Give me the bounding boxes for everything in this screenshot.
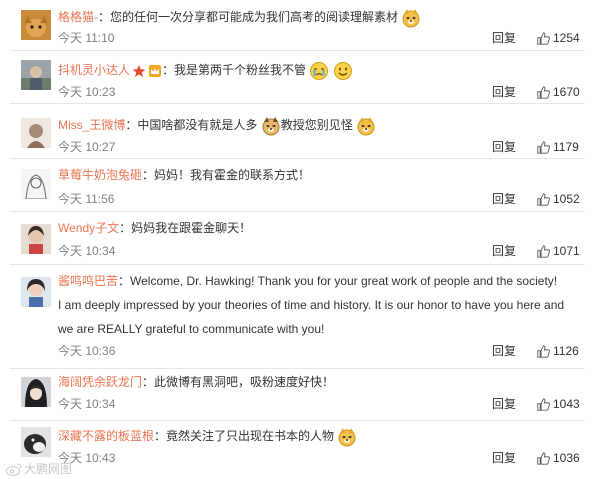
- comment-text-line: 酱鸣鸣巴苦：Welcome, Dr. Hawking! Thank you fo…: [58, 273, 581, 289]
- comment-time: 今天 10:34: [58, 397, 116, 411]
- like-button[interactable]: 1670: [537, 85, 580, 99]
- comment-item: 海阔凭余跃龙门：此微博有黑洞吧，吸粉速度好快！ 今天 10:34 回复 1043: [0, 369, 595, 423]
- crying-emoji-icon: [309, 61, 329, 81]
- comment-item: 深藏不露的板蓝根：竟然关注了只出现在书本的人物 今天 10:43 回复 1036: [0, 421, 595, 479]
- comment-time: 今天 10:34: [58, 244, 116, 258]
- comment-time: 今天 11:10: [58, 31, 115, 45]
- reply-button[interactable]: 回复: [492, 244, 516, 258]
- comment-item: Wendy子文：妈妈我在跟霍金聊天！ 今天 10:34 回复 1071: [0, 212, 595, 265]
- comment-text-line: 格格猫-：您的任何一次分享都可能成为我们高考的阅读理解素材: [58, 8, 581, 28]
- comment-text: ：妈妈我在跟霍金聊天！: [119, 221, 252, 235]
- username-link[interactable]: Wendy子文: [58, 221, 119, 235]
- thumbs-up-icon: [537, 31, 550, 45]
- comment-text: ：我是第两千个粉丝我不管: [162, 63, 307, 78]
- like-button[interactable]: 1052: [537, 192, 580, 206]
- doge-emoji-icon: [261, 116, 281, 136]
- username-link[interactable]: 深藏不露的板蓝根: [58, 429, 154, 443]
- like-count: 1179: [553, 140, 579, 154]
- comment-time: 今天 11:56: [58, 192, 115, 206]
- comment-text-line: 海阔凭余跃龙门：此微博有黑洞吧，吸粉速度好快！: [58, 374, 581, 390]
- like-count: 1071: [553, 244, 580, 258]
- like-count: 1126: [553, 344, 579, 358]
- like-button[interactable]: 1179: [537, 140, 579, 154]
- comment-item: 抖机灵小达人 ：我是第两千个粉丝我不管 今天 10:23 回复 1670: [0, 51, 595, 104]
- username-link[interactable]: 酱鸣鸣巴苦: [58, 274, 118, 288]
- avatar[interactable]: [21, 277, 51, 307]
- like-button[interactable]: 1254: [537, 31, 580, 45]
- comment-text: ：此微博有黑洞吧，吸粉速度好快！: [142, 375, 335, 389]
- comment-item: 草莓牛奶泡兔砸：妈妈！我有霍金的联系方式！ 今天 11:56 回复 1052: [0, 159, 595, 212]
- username-link[interactable]: 草莓牛奶泡兔砸: [58, 168, 142, 182]
- avatar[interactable]: [21, 10, 51, 40]
- avatar[interactable]: [21, 427, 51, 457]
- doge-emoji-icon: [401, 8, 421, 28]
- comment-text-line: 深藏不露的板蓝根：竟然关注了只出现在书本的人物: [58, 427, 581, 447]
- smile-emoji-icon: [333, 61, 353, 81]
- comment-text: ：中国啥都没有就是人多: [125, 118, 258, 133]
- thumbs-up-icon: [537, 397, 550, 411]
- username-link[interactable]: 格格猫-: [58, 10, 98, 24]
- comment-text-continued: I am deeply impressed by your theories o…: [58, 298, 565, 312]
- comment-text: ：竟然关注了只出现在书本的人物: [154, 429, 335, 444]
- comment-text: 教授您别见怪: [280, 118, 353, 133]
- avatar[interactable]: [21, 60, 51, 90]
- like-button[interactable]: 1043: [537, 397, 580, 411]
- comment-text: ：Welcome, Dr. Hawking! Thank you for you…: [118, 274, 558, 288]
- weibo-logo-icon: [6, 463, 22, 476]
- comment-item: Miss_王微博：中国啥都没有就是人多 教授您别见怪 今天 10:27 回复 1…: [0, 104, 595, 159]
- doge-emoji-icon: [356, 116, 376, 136]
- thumbs-up-icon: [537, 85, 550, 99]
- thumbs-up-icon: [537, 192, 550, 206]
- avatar[interactable]: [21, 118, 51, 148]
- like-button[interactable]: 1036: [537, 451, 580, 465]
- like-count: 1052: [553, 192, 580, 206]
- thumbs-up-icon: [537, 244, 550, 258]
- comment-item: 酱鸣鸣巴苦：Welcome, Dr. Hawking! Thank you fo…: [0, 265, 595, 369]
- star-badge-icon: [132, 64, 146, 78]
- comment-text: ：您的任何一次分享都可能成为我们高考的阅读理解素材: [98, 10, 399, 25]
- comment-item: 格格猫-：您的任何一次分享都可能成为我们高考的阅读理解素材 今天 11:10 回…: [0, 0, 595, 51]
- comment-text-line: 草莓牛奶泡兔砸：妈妈！我有霍金的联系方式！: [58, 167, 581, 183]
- comment-list: 格格猫-：您的任何一次分享都可能成为我们高考的阅读理解素材 今天 11:10 回…: [0, 0, 595, 479]
- thumbs-up-icon: [537, 344, 550, 358]
- comment-time: 今天 10:36: [58, 344, 116, 358]
- reply-button[interactable]: 回复: [492, 140, 516, 154]
- like-button[interactable]: 1126: [537, 344, 579, 358]
- watermark: 大鹏网图: [6, 460, 72, 477]
- username-link[interactable]: Miss_王微博: [58, 118, 125, 132]
- avatar[interactable]: [21, 224, 51, 254]
- thumbs-up-icon: [537, 140, 550, 154]
- comment-text-line: 抖机灵小达人 ：我是第两千个粉丝我不管: [58, 61, 581, 81]
- comment-text-line: Wendy子文：妈妈我在跟霍金聊天！: [58, 220, 581, 236]
- thumbs-up-icon: [537, 451, 550, 465]
- like-count: 1670: [553, 85, 580, 99]
- crown-badge-icon: [148, 64, 162, 78]
- avatar[interactable]: [21, 377, 51, 407]
- like-count: 1036: [553, 451, 580, 465]
- reply-button[interactable]: 回复: [492, 397, 516, 411]
- like-count: 1043: [553, 397, 580, 411]
- watermark-text: 大鹏网图: [24, 462, 73, 476]
- comment-text-line: Miss_王微博：中国啥都没有就是人多 教授您别见怪: [58, 116, 581, 136]
- comment-time: 今天 10:27: [58, 140, 116, 154]
- reply-button[interactable]: 回复: [492, 451, 516, 465]
- reply-button[interactable]: 回复: [492, 31, 516, 45]
- username-link[interactable]: 抖机灵小达人: [58, 63, 130, 77]
- reply-button[interactable]: 回复: [492, 192, 516, 206]
- comment-time: 今天 10:23: [58, 85, 116, 99]
- username-link[interactable]: 海阔凭余跃龙门: [58, 375, 142, 389]
- reply-button[interactable]: 回复: [492, 85, 516, 99]
- reply-button[interactable]: 回复: [492, 344, 516, 358]
- like-count: 1254: [553, 31, 580, 45]
- doge-emoji-icon: [337, 427, 357, 447]
- avatar[interactable]: [21, 169, 51, 199]
- comment-text-continued: we are REALLY grateful to communicate wi…: [58, 322, 325, 336]
- comment-text: ：妈妈！我有霍金的联系方式！: [142, 168, 311, 182]
- like-button[interactable]: 1071: [537, 244, 580, 258]
